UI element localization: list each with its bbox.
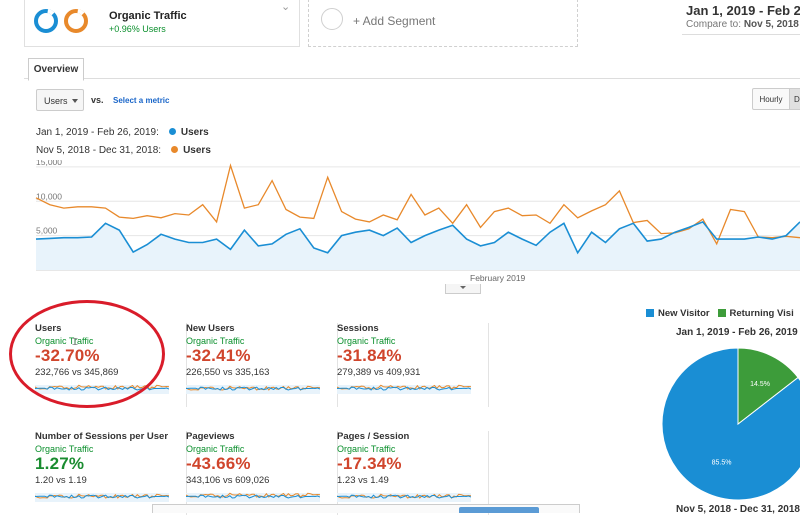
- pie-legend: New Visitor Returning Visi: [646, 308, 794, 319]
- metric-tile-sessions[interactable]: Sessions Organic Traffic -31.84% 279,389…: [337, 323, 489, 407]
- pie-legend-label: New Visitor: [658, 308, 710, 319]
- tile-value: -17.34%: [337, 454, 402, 473]
- tile-compare: 1.20 vs 1.19: [35, 475, 87, 486]
- tile-sparkline: [186, 385, 320, 394]
- tile-title: Pageviews: [186, 431, 235, 442]
- caret-down-icon: [460, 286, 466, 289]
- y-tick-label: 15,000: [36, 160, 62, 167]
- hourly-button[interactable]: Hourly: [752, 88, 790, 110]
- legend-range: Jan 1, 2019 - Feb 26, 2019:: [36, 127, 159, 138]
- tile-value: 1.27%: [35, 454, 85, 473]
- tile-segment: Organic Traffic: [35, 444, 94, 454]
- segment-rings-icon: [34, 9, 88, 33]
- trend-chart[interactable]: 15,00010,0005,000February 2019: [0, 160, 800, 284]
- legend-metric: Users: [183, 145, 211, 156]
- chevron-down-icon[interactable]: ⌄: [281, 0, 290, 13]
- tile-title: New Users: [186, 323, 235, 334]
- tile-segment: Organic Traffic: [337, 336, 396, 346]
- highlight-circle-annotation: [9, 300, 165, 408]
- panel-button[interactable]: [459, 507, 539, 513]
- tile-sparkline: [186, 492, 320, 502]
- chart-collapse-handle[interactable]: [445, 284, 481, 294]
- legend-dot-icon: [171, 146, 179, 153]
- metric-tile-sessions-per-user[interactable]: Number of Sessions per User Organic Traf…: [35, 431, 187, 515]
- vs-label: vs.: [91, 95, 104, 105]
- text-cursor-icon: ⌶: [72, 337, 78, 348]
- tile-compare: 226,550 vs 335,163: [186, 367, 270, 378]
- metric-tile-new-users[interactable]: New Users Organic Traffic -32.41% 226,55…: [186, 323, 338, 407]
- day-button[interactable]: D: [789, 88, 800, 110]
- compare-value: Nov 5, 2018: [743, 19, 799, 30]
- tab-overview[interactable]: Overview: [28, 58, 84, 81]
- add-segment-label: + Add Segment: [353, 14, 436, 28]
- tile-value: -43.66%: [186, 454, 251, 473]
- date-range-picker[interactable]: Jan 1, 2019 - Feb 28: [686, 3, 800, 18]
- tile-sparkline: [337, 384, 471, 394]
- x-axis-label: February 2019: [470, 273, 526, 283]
- legend-dot-icon: [168, 128, 176, 135]
- legend-range: Nov 5, 2018 - Dec 31, 2018:: [36, 145, 162, 156]
- y-tick-label: 5,000: [36, 226, 58, 236]
- segment-card[interactable]: Organic Traffic +0.96% Users ⌄: [24, 0, 300, 47]
- tile-segment: Organic Traffic: [186, 444, 245, 454]
- compare-label: Compare to:: [686, 19, 742, 30]
- legend-row-compare: Nov 5, 2018 - Dec 31, 2018: Users: [36, 145, 211, 156]
- metric-select[interactable]: Users: [36, 89, 84, 111]
- legend-row-primary: Jan 1, 2019 - Feb 26, 2019: Users: [36, 127, 209, 138]
- caret-down-icon: [72, 99, 78, 103]
- metric-tile-pages-per-session[interactable]: Pages / Session Organic Traffic -17.34% …: [337, 431, 489, 515]
- metric-select-value: Users: [44, 96, 68, 106]
- tile-title: Sessions: [337, 323, 379, 334]
- tile-sparkline: [35, 493, 169, 502]
- legend-square-icon: [717, 309, 726, 317]
- pie-slice-label: 85.5%: [712, 460, 732, 467]
- select-metric-link[interactable]: Select a metric: [113, 96, 169, 105]
- segment-name: Organic Traffic: [109, 10, 187, 22]
- tile-segment: Organic Traffic: [337, 444, 396, 454]
- pie-slice-label: 14.5%: [750, 381, 770, 388]
- empty-circle-icon: [321, 8, 343, 30]
- tile-compare: 343,106 vs 609,026: [186, 475, 270, 486]
- legend-square-icon: [646, 309, 654, 317]
- tile-title: Pages / Session: [337, 431, 410, 442]
- pie-range-secondary: Nov 5, 2018 - Dec 31, 2018: [676, 504, 800, 515]
- tile-title: Number of Sessions per User: [35, 431, 169, 442]
- pie-range-primary: Jan 1, 2019 - Feb 26, 2019: [676, 327, 798, 338]
- tile-value: -31.84%: [337, 346, 402, 365]
- tile-value: -32.41%: [186, 346, 251, 365]
- tile-compare: 279,389 vs 409,931: [337, 367, 421, 378]
- visitor-pie-chart[interactable]: 85.5% 14.5%: [660, 346, 800, 502]
- compare-range[interactable]: Compare to: Nov 5, 2018: [686, 19, 799, 30]
- legend-metric: Users: [180, 127, 209, 138]
- segment-change: +0.96% Users: [109, 24, 166, 34]
- add-segment-button[interactable]: + Add Segment: [308, 0, 578, 47]
- tile-segment: Organic Traffic: [186, 336, 245, 346]
- pie-legend-label: Returning Visi: [729, 308, 794, 319]
- tab-bar: [24, 78, 800, 79]
- tile-sparkline: [337, 493, 471, 502]
- metric-tile-pageviews[interactable]: Pageviews Organic Traffic -43.66% 343,10…: [186, 431, 338, 515]
- divider: [682, 34, 800, 35]
- tile-compare: 1.23 vs 1.49: [337, 475, 389, 486]
